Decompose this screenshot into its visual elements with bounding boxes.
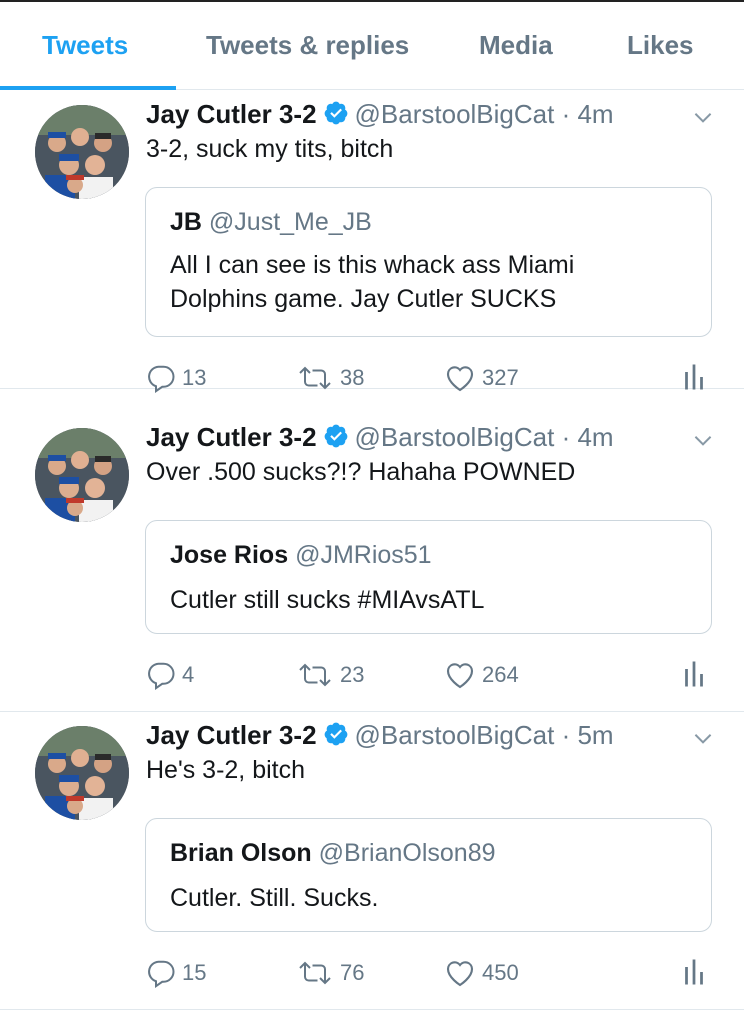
like-count: 450 bbox=[482, 960, 519, 985]
tweet-header: Jay Cutler 3-2 @BarstoolBigCat · 4m bbox=[146, 422, 614, 456]
analytics-icon[interactable] bbox=[682, 659, 706, 694]
tweet-actions: 4 23 264 bbox=[0, 655, 744, 695]
quote-author-name: Jose Rios bbox=[170, 541, 289, 569]
reply-icon bbox=[146, 958, 176, 988]
quoted-tweet[interactable]: Jose Rios @JMRios51 Cutler still sucks #… bbox=[145, 520, 712, 634]
quote-author-name: JB bbox=[170, 208, 202, 236]
tab-tweets[interactable]: Tweets bbox=[42, 2, 128, 89]
tweet-time[interactable]: 5m bbox=[577, 720, 613, 750]
reply-icon bbox=[146, 363, 176, 393]
tweet-header: Jay Cutler 3-2 @BarstoolBigCat · 5m bbox=[146, 720, 614, 754]
quoted-tweet[interactable]: Brian Olson @BrianOlson89 Cutler. Still.… bbox=[145, 818, 712, 932]
reply-count: 4 bbox=[182, 662, 195, 687]
retweet-button[interactable]: 23 bbox=[296, 655, 364, 695]
quote-text-line: Cutler still sucks #MIAvsATL bbox=[170, 586, 485, 614]
quote-author-handle: @Just_Me_JB bbox=[208, 208, 372, 236]
retweet-icon bbox=[296, 363, 334, 393]
reply-icon bbox=[146, 660, 176, 690]
heart-icon bbox=[444, 363, 476, 393]
quote-author-handle: @BrianOlson89 bbox=[318, 839, 496, 867]
separator-dot: · bbox=[554, 99, 578, 129]
quote-author-name: Brian Olson bbox=[170, 839, 312, 867]
author-name[interactable]: Jay Cutler 3-2 bbox=[146, 720, 317, 750]
tab-likes[interactable]: Likes bbox=[627, 2, 694, 89]
reply-button[interactable]: 15 bbox=[146, 953, 206, 993]
tweet-time[interactable]: 4m bbox=[577, 422, 613, 452]
chevron-down-icon[interactable] bbox=[690, 427, 716, 458]
analytics-icon[interactable] bbox=[682, 362, 706, 397]
chevron-down-icon[interactable] bbox=[690, 725, 716, 756]
retweet-button[interactable]: 76 bbox=[296, 953, 364, 993]
retweet-count: 76 bbox=[340, 960, 365, 985]
tweet-actions: 13 38 327 bbox=[0, 358, 744, 398]
reply-button[interactable]: 4 bbox=[146, 655, 194, 695]
verified-badge-icon bbox=[323, 423, 349, 456]
tweet-text: He's 3-2, bitch bbox=[146, 756, 306, 784]
quote-text: All I can see is this whack ass Miami Do… bbox=[170, 248, 574, 316]
tweet-actions: 15 76 450 bbox=[0, 953, 744, 993]
like-button[interactable]: 264 bbox=[444, 655, 519, 695]
heart-icon bbox=[444, 660, 476, 690]
avatar[interactable] bbox=[35, 726, 129, 820]
tab-media[interactable]: Media bbox=[479, 2, 553, 89]
retweet-count: 23 bbox=[340, 662, 365, 687]
reply-count: 15 bbox=[182, 960, 207, 985]
quote-header: Brian Olson @BrianOlson89 bbox=[170, 839, 496, 868]
quote-text-line: Dolphins game. Jay Cutler SUCKS bbox=[170, 285, 557, 313]
chevron-down-icon[interactable] bbox=[690, 104, 716, 135]
tab-tweets-replies[interactable]: Tweets & replies bbox=[206, 2, 409, 89]
reply-count: 13 bbox=[182, 365, 207, 390]
quote-author-handle: @JMRios51 bbox=[295, 541, 432, 569]
retweet-icon bbox=[296, 660, 334, 690]
verified-badge-icon bbox=[323, 721, 349, 754]
avatar[interactable] bbox=[35, 428, 129, 522]
reply-button[interactable]: 13 bbox=[146, 358, 206, 398]
tweet-item[interactable]: Jay Cutler 3-2 @BarstoolBigCat · 5m He's … bbox=[0, 711, 744, 1010]
tweet-item[interactable]: Jay Cutler 3-2 @BarstoolBigCat · 4m 3-2, … bbox=[0, 90, 744, 393]
like-count: 264 bbox=[482, 662, 519, 687]
author-name[interactable]: Jay Cutler 3-2 bbox=[146, 422, 317, 452]
quote-text-line: All I can see is this whack ass Miami bbox=[170, 251, 575, 279]
like-button[interactable]: 327 bbox=[444, 358, 519, 398]
tweet-item[interactable]: Jay Cutler 3-2 @BarstoolBigCat · 4m Over … bbox=[0, 413, 744, 712]
retweet-count: 38 bbox=[340, 365, 365, 390]
quote-text: Cutler still sucks #MIAvsATL bbox=[170, 583, 484, 617]
like-count: 327 bbox=[482, 365, 519, 390]
tweet-text: 3-2, suck my tits, bitch bbox=[146, 135, 394, 163]
author-handle[interactable]: @BarstoolBigCat bbox=[355, 422, 555, 452]
verified-badge-icon bbox=[323, 100, 349, 133]
quote-header: Jose Rios @JMRios51 bbox=[170, 541, 432, 570]
author-name[interactable]: Jay Cutler 3-2 bbox=[146, 99, 317, 129]
quoted-tweet[interactable]: JB @Just_Me_JB All I can see is this wha… bbox=[145, 187, 712, 337]
author-handle[interactable]: @BarstoolBigCat bbox=[355, 720, 555, 750]
like-button[interactable]: 450 bbox=[444, 953, 519, 993]
retweet-icon bbox=[296, 958, 334, 988]
avatar[interactable] bbox=[35, 105, 129, 199]
tweet-time[interactable]: 4m bbox=[577, 99, 613, 129]
quote-text-line: Cutler. Still. Sucks. bbox=[170, 884, 379, 912]
profile-tabs: Tweets Tweets & replies Media Likes bbox=[0, 2, 744, 90]
retweet-button[interactable]: 38 bbox=[296, 358, 364, 398]
analytics-icon[interactable] bbox=[682, 957, 706, 992]
tweet-text: Over .500 sucks?!? Hahaha POWNED bbox=[146, 458, 576, 486]
quote-header: JB @Just_Me_JB bbox=[170, 208, 372, 237]
separator-dot: · bbox=[554, 422, 578, 452]
quote-text: Cutler. Still. Sucks. bbox=[170, 881, 378, 915]
separator-dot: · bbox=[554, 720, 578, 750]
heart-icon bbox=[444, 958, 476, 988]
author-handle[interactable]: @BarstoolBigCat bbox=[355, 99, 555, 129]
tweet-header: Jay Cutler 3-2 @BarstoolBigCat · 4m bbox=[146, 99, 614, 133]
